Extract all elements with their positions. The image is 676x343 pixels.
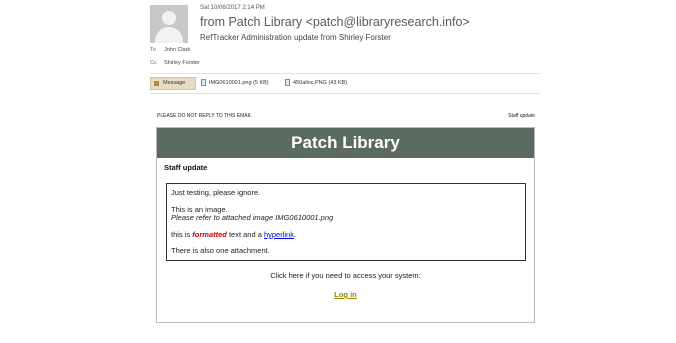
message-icon xyxy=(154,81,159,86)
image-file-icon xyxy=(201,79,206,86)
email-from[interactable]: from Patch Library <patch@libraryresearc… xyxy=(200,15,470,29)
access-prompt: Click here if you need to access your sy… xyxy=(270,271,421,280)
header-divider xyxy=(150,73,540,74)
cc-recipient[interactable]: Shirley Forster xyxy=(164,60,200,66)
text-suffix: . xyxy=(293,230,297,239)
section-title: Staff update xyxy=(164,163,208,172)
attachment-label: IMG0610001.png (5 KB) xyxy=(209,80,269,86)
message-line: Just testing, please ignore. xyxy=(171,188,261,197)
library-banner: Patch Library xyxy=(157,128,534,158)
staff-update-tag: Staff update xyxy=(508,113,535,119)
cc-label: Cc xyxy=(150,60,157,66)
message-tab[interactable]: Message xyxy=(150,77,196,90)
image-file-icon xyxy=(285,79,290,86)
no-reply-notice: PLEASE DO NOT REPLY TO THIS EMAIL xyxy=(157,113,252,119)
sender-avatar xyxy=(150,5,188,43)
email-subject: RefTracker Administration update from Sh… xyxy=(200,33,391,42)
attachment-item[interactable]: 450alloc.PNG (43 KB) xyxy=(285,79,347,87)
message-line-formatted: this is formatted text and a hyperlink. xyxy=(171,230,296,239)
email-date: Sat 10/06/2017 2:14 PM xyxy=(200,5,265,11)
attachments-divider xyxy=(150,93,540,94)
hyperlink[interactable]: hyperlink xyxy=(264,230,294,239)
avatar-body-shape xyxy=(155,27,183,43)
message-tab-label: Message xyxy=(163,80,186,86)
to-label: To xyxy=(150,47,156,53)
attachment-item[interactable]: IMG0610001.png (5 KB) xyxy=(201,79,269,87)
attachment-label: 450alloc.PNG (43 KB) xyxy=(293,80,348,86)
avatar-head-shape xyxy=(162,11,176,25)
message-line: There is also one attachment. xyxy=(171,246,270,255)
formatted-text: formatted xyxy=(192,230,227,239)
message-line-italic: Please refer to attached image IMG061000… xyxy=(171,213,334,222)
login-link[interactable]: Log in xyxy=(157,290,534,299)
text-middle: text and a xyxy=(226,230,264,239)
to-recipient[interactable]: John Clark xyxy=(164,47,190,53)
text-prefix: this is xyxy=(171,230,193,239)
